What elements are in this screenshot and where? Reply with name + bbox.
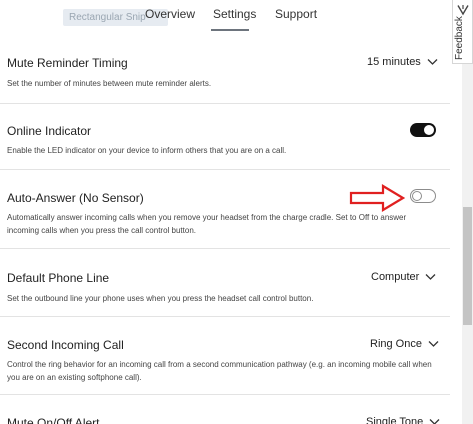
scrollbar-thumb[interactable] xyxy=(463,207,472,325)
chevron-down-icon xyxy=(427,59,438,65)
mute-alert-dropdown[interactable]: Single Tone xyxy=(366,416,440,424)
chevron-down-icon xyxy=(429,419,440,424)
divider xyxy=(0,103,450,104)
setting-title-online-indicator: Online Indicator xyxy=(7,124,92,138)
settings-list: Mute Reminder Timing 15 minutes Set the … xyxy=(0,36,462,424)
second-incoming-call-dropdown[interactable]: Ring Once xyxy=(370,338,439,350)
chevron-down-icon xyxy=(428,341,439,347)
tab-overview[interactable]: Overview xyxy=(145,7,195,21)
setting-title-mute-alert: Mute On/Off Alert xyxy=(7,416,100,424)
tab-settings[interactable]: Settings xyxy=(213,7,256,21)
divider xyxy=(0,316,450,317)
annotation-arrow-icon xyxy=(349,184,405,212)
dropdown-value: Single Tone xyxy=(366,416,424,424)
toggle-knob xyxy=(412,191,422,201)
setting-desc-mute-reminder: Set the number of minutes between mute r… xyxy=(7,79,212,88)
divider xyxy=(0,169,450,170)
top-nav: Rectangular Snip Overview Settings Suppo… xyxy=(0,0,450,36)
dropdown-value: 15 minutes xyxy=(367,56,421,68)
chevron-down-icon xyxy=(425,274,436,280)
online-indicator-toggle[interactable] xyxy=(410,123,436,137)
active-tab-indicator xyxy=(211,29,249,31)
dropdown-value: Computer xyxy=(371,271,420,283)
dropdown-value: Ring Once xyxy=(370,338,422,350)
setting-title-default-phone-line: Default Phone Line xyxy=(7,271,110,285)
setting-desc-default-phone-line: Set the outbound line your phone uses wh… xyxy=(7,294,314,303)
divider xyxy=(0,394,450,395)
auto-answer-toggle[interactable] xyxy=(410,189,436,203)
divider xyxy=(0,248,450,249)
setting-desc-second-incoming-call: Control the ring behavior for an incomin… xyxy=(7,360,432,382)
mute-reminder-dropdown[interactable]: 15 minutes xyxy=(367,56,438,68)
setting-title-auto-answer: Auto-Answer (No Sensor) xyxy=(7,191,144,205)
setting-title-second-incoming-call: Second Incoming Call xyxy=(7,338,124,352)
flag-icon xyxy=(457,5,469,16)
setting-desc-auto-answer: Automatically answer incoming calls when… xyxy=(7,213,407,235)
setting-desc-online-indicator: Enable the LED indicator on your device … xyxy=(7,146,287,155)
feedback-label: Feedback xyxy=(454,16,465,60)
toggle-knob xyxy=(424,125,434,135)
default-phone-line-dropdown[interactable]: Computer xyxy=(371,271,436,283)
feedback-tab[interactable]: Feedback xyxy=(452,0,473,64)
setting-title-mute-reminder: Mute Reminder Timing xyxy=(7,56,128,70)
tab-support[interactable]: Support xyxy=(275,7,317,21)
